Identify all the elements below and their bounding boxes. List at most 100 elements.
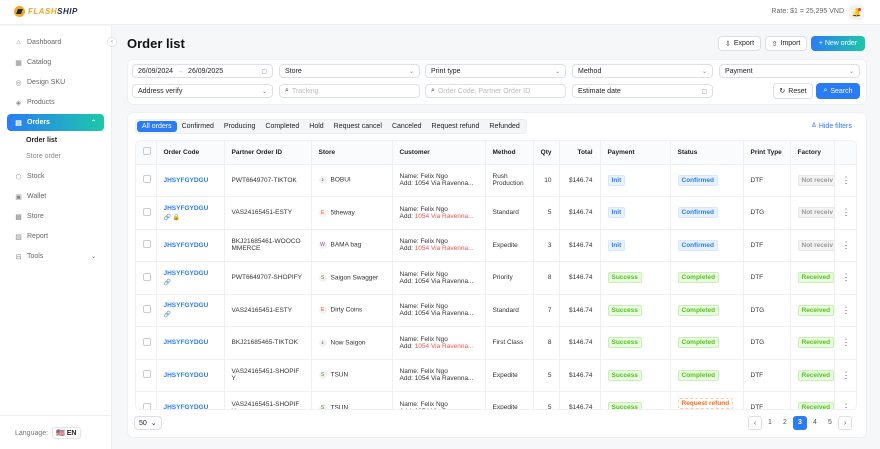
order-code-link[interactable]: JHSYFGYDGU [164, 270, 209, 277]
page-1-button[interactable]: 1 [763, 416, 777, 430]
tab-canceled[interactable]: Canceled [387, 121, 427, 132]
row-checkbox[interactable] [143, 370, 151, 379]
estimate-date-picker[interactable]: Estimate date ▢ [572, 84, 713, 98]
sidebar-item-report[interactable]: ▨ Report [7, 228, 104, 245]
tab-request-cancel[interactable]: Request cancel [329, 121, 387, 132]
status-cell: Completed [670, 294, 744, 327]
sidebar-item-dashboard[interactable]: ⌂ Dashboard [7, 34, 104, 51]
sidebar-item-catalog[interactable]: ▦ Catalog [7, 54, 104, 71]
store-cell: E 5theway [311, 196, 393, 230]
select-all-checkbox[interactable] [143, 147, 151, 156]
more-actions-icon[interactable]: ⋮ [834, 391, 856, 409]
address-value: 1054 Via Ravenna... [414, 180, 474, 188]
more-actions-icon[interactable]: ⋮ [834, 229, 856, 262]
page-size-select[interactable]: 50 ⌄ [134, 416, 162, 430]
row-checkbox[interactable] [143, 207, 151, 216]
etsy-icon: E [318, 306, 327, 315]
table-row[interactable]: JHSYFGYDGU PWT6649707-TIKTOK ♪ BOBUI Name: F… [136, 164, 856, 197]
notification-bell-icon[interactable]: 🔔 [849, 5, 864, 20]
sidebar-item-tools[interactable]: ⊟ Tools ⌄ [7, 248, 104, 265]
order-code-link[interactable]: JHSYFGYDGU [164, 177, 209, 184]
sidebar-subitem-store-order[interactable]: Store order [26, 153, 61, 160]
table-row[interactable]: JHSYFGYDGUVAS24165451-SHOPIFYSTSUNName: … [136, 391, 856, 409]
payment-select[interactable]: Payment ⌄ [719, 64, 860, 78]
hide-filters-button[interactable]: ≙ Hide filters [811, 122, 852, 130]
table-row[interactable]: JHSYFGYDGU BKJ21685461-WOOCOMMERCE W BAMA b… [136, 229, 856, 262]
customer-name: Name: Felix Ngo [399, 368, 448, 376]
date-range-picker[interactable]: 26/09/2024 → 26/09/2025 ▢ [132, 64, 273, 78]
order-code-input[interactable]: ⌕ Order Code, Partner Order ID [425, 84, 566, 98]
more-actions-icon[interactable]: ⋮ [834, 294, 856, 327]
page-4-button[interactable]: 4 [808, 416, 822, 430]
row-checkbox[interactable] [143, 337, 151, 346]
row-checkbox[interactable] [143, 305, 151, 314]
print-type-cell: DTF [743, 164, 791, 197]
page-3-button[interactable]: 3 [793, 416, 807, 430]
total-cell: $146.74 [559, 326, 601, 360]
address-value: 1054 Via Ravenna... [414, 342, 474, 350]
tab-completed[interactable]: Completed [260, 121, 304, 132]
table-row[interactable]: JHSYFGYDGU 🔗 VAS24165451-ESTY E Dirty Coins N… [136, 294, 856, 327]
language-selector[interactable]: Language: 🇺🇸 EN [15, 427, 81, 439]
address-verify-select[interactable]: Address verify ⌄ [132, 84, 273, 98]
tab-producing[interactable]: Producing [219, 121, 261, 132]
sidebar-item-stock[interactable]: ⬡ Stock [7, 168, 104, 185]
store-select[interactable]: Store ⌄ [279, 64, 420, 78]
customer-name: Name: Felix Ngo [399, 400, 448, 408]
more-actions-icon[interactable]: ⋮ [834, 164, 856, 197]
sidebar-item-design-sku[interactable]: ◎ Design SKU [7, 74, 104, 91]
table-row[interactable]: JHSYFGYDGUVAS24165451-SHOPIFYSTSUNName: … [136, 359, 856, 392]
next-page-button[interactable]: › [838, 416, 852, 430]
sidebar-item-store[interactable]: ▩ Store [7, 208, 104, 225]
table-row[interactable]: JHSYFGYDGU 🔗 PWT6649707-SHOPIFY S Saigon Swa… [136, 261, 856, 295]
customer-address: Add: 1054 Via Ravenna... [400, 180, 478, 187]
pagination: ‹ 1 2 3 4 5 › [748, 416, 852, 430]
order-code-link[interactable]: JHSYFGYDGU [164, 242, 209, 249]
order-code-link[interactable]: JHSYFGYDGU [164, 372, 209, 379]
page-2-button[interactable]: 2 [778, 416, 792, 430]
language-button[interactable]: 🇺🇸 EN [52, 427, 81, 439]
address-label: Add: [399, 310, 413, 318]
more-actions-icon[interactable]: ⋮ [834, 326, 856, 360]
more-actions-icon[interactable]: ⋮ [834, 261, 856, 295]
sidebar-subitem-order-list[interactable]: Order list [26, 137, 57, 144]
collapse-sidebar-button[interactable]: ‹ [107, 37, 117, 47]
order-code-link[interactable]: JHSYFGYDGU [164, 339, 209, 346]
row-checkbox[interactable] [143, 402, 151, 409]
page-5-button[interactable]: 5 [823, 416, 837, 430]
table-row[interactable]: JHSYFGYDGU BKJ21685465-TIKTOK ♪ Now Saigon N… [136, 326, 856, 360]
tracking-input[interactable]: ⌕ Tracking [279, 84, 420, 98]
tab-confirmed[interactable]: Confirmed [177, 121, 219, 132]
new-order-button[interactable]: + New order [811, 36, 865, 51]
order-code-link[interactable]: JHSYFGYDGU [164, 404, 209, 409]
sidebar-item-products[interactable]: ◈ Products [7, 94, 104, 111]
row-checkbox[interactable] [143, 240, 151, 249]
previous-page-button[interactable]: ‹ [748, 416, 762, 430]
sidebar-item-wallet[interactable]: ▣ Wallet [7, 188, 104, 205]
row-checkbox[interactable] [143, 175, 151, 184]
tab-refunded[interactable]: Refunded [484, 121, 524, 132]
search-label: Search [830, 87, 853, 95]
sidebar-item-orders[interactable]: ▤ Orders ⌃ [7, 114, 104, 131]
address-label: Add: [400, 408, 413, 409]
row-checkbox[interactable] [143, 272, 151, 281]
print-type-select[interactable]: Print type ⌄ [425, 64, 566, 78]
customer-address: Add: 1054 Via Ravenna... [400, 245, 478, 252]
order-code-link[interactable]: JHSYFGYDGU [164, 205, 209, 212]
import-button[interactable]: ⇧ Import [765, 36, 807, 51]
table-row[interactable]: JHSYFGYDGU 🔗 🔒 VAS24165451-ESTY E 5theway Nam… [136, 196, 856, 230]
store-select-value: Store [285, 67, 302, 75]
estimate-date-value: Estimate date [578, 87, 621, 95]
tab-hold[interactable]: Hold [304, 121, 328, 132]
export-button[interactable]: ⇩ Export [718, 36, 761, 51]
more-actions-icon[interactable]: ⋮ [834, 359, 856, 392]
flashship-logo[interactable]: FLASHSHIP [14, 6, 78, 17]
method-select[interactable]: Method ⌄ [572, 64, 713, 78]
row-checkbox-cell [136, 196, 157, 230]
tab-request-refund[interactable]: Request refund [427, 121, 485, 132]
order-code-link[interactable]: JHSYFGYDGU [164, 302, 209, 309]
search-button[interactable]: ⌕ Search [816, 83, 860, 99]
tab-all-orders[interactable]: All orders [137, 121, 177, 132]
more-actions-icon[interactable]: ⋮ [834, 196, 856, 230]
reset-button[interactable]: ↻ Reset [773, 83, 813, 99]
